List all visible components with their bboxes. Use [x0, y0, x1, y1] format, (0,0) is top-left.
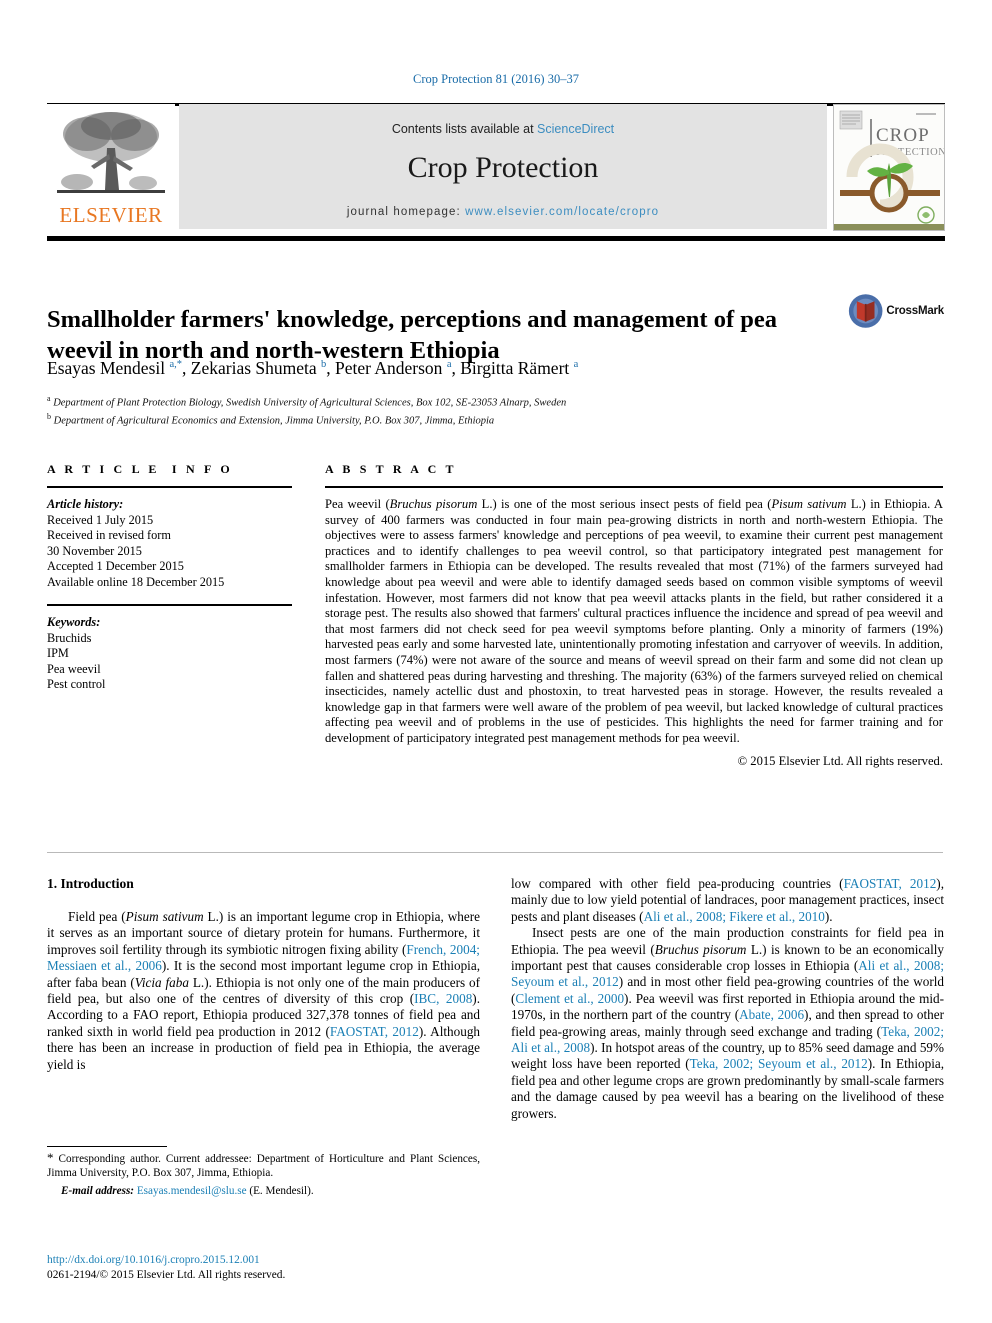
journal-masthead: ELSEVIER Contents lists available at Sci…: [47, 104, 945, 231]
doi-block: http://dx.doi.org/10.1016/j.cropro.2015.…: [47, 1253, 480, 1282]
crossmark-badge[interactable]: CrossMark: [848, 289, 944, 333]
contents-lists-line: Contents lists available at ScienceDirec…: [179, 122, 827, 136]
corresponding-author-text: * Corresponding author. Current addresse…: [47, 1150, 480, 1179]
history-item-0: Received 1 July 2015: [47, 512, 154, 527]
body-separator-rule: [47, 852, 943, 853]
intro-paragraph-left: Field pea (Pisum sativum L.) is an impor…: [47, 909, 481, 1072]
abstract-rule: [325, 486, 943, 488]
contents-lists-prefix: Contents lists available at: [391, 122, 538, 136]
affiliation-a: a Department of Plant Protection Biology…: [47, 392, 877, 410]
article-info-column: A R T I C L E I N F O Article history: R…: [47, 462, 292, 693]
article-info-rule: [47, 486, 292, 488]
article-history-label: Article history:: [47, 497, 124, 511]
keywords-label: Keywords:: [47, 615, 101, 629]
elsevier-logo: ELSEVIER: [47, 104, 175, 229]
masthead-center-panel: Contents lists available at ScienceDirec…: [179, 104, 827, 229]
elsevier-tree-icon: [57, 112, 165, 193]
journal-cover-thumbnail: CROP PROTECTION: [833, 104, 945, 231]
abstract-text: Pea weevil (Bruchus pisorum L.) is one o…: [325, 497, 943, 745]
masthead-bottom-rule: [47, 236, 945, 241]
keyword-1: IPM: [47, 646, 69, 660]
article-info-heading: A R T I C L E I N F O: [47, 462, 233, 476]
keyword-3: Pest control: [47, 677, 106, 691]
journal-homepage-label: journal homepage:: [346, 206, 466, 218]
body-column-right: low compared with other field pea-produc…: [511, 876, 944, 1122]
running-head: Crop Protection 81 (2016) 30–37: [413, 72, 579, 86]
doi-link[interactable]: http://dx.doi.org/10.1016/j.cropro.2015.…: [47, 1253, 480, 1268]
keywords-rule: [47, 604, 292, 606]
journal-homepage-line: journal homepage: www.elsevier.com/locat…: [179, 206, 827, 218]
intro-paragraph-right-2: Insect pests are one of the main product…: [511, 925, 945, 1121]
keyword-0: Bruchids: [47, 630, 92, 645]
intro-paragraph-right-1: low compared with other field pea-produc…: [511, 876, 944, 924]
corresponding-author-footnote: * Corresponding author. Current addresse…: [47, 1146, 480, 1199]
issn-copyright-line: 0261-2194/© 2015 Elsevier Ltd. All right…: [47, 1268, 286, 1281]
abstract-column: A B S T R A C T Pea weevil (Bruchus piso…: [325, 462, 943, 769]
affiliation-b: b Department of Agricultural Economics a…: [47, 410, 877, 428]
abstract-heading: A B S T R A C T: [325, 462, 457, 476]
sciencedirect-link[interactable]: ScienceDirect: [537, 122, 614, 136]
crossmark-label: CrossMark: [886, 305, 944, 317]
journal-cover-art-icon: CROP PROTECTION: [834, 105, 944, 230]
affiliation-marker-a: a: [47, 394, 51, 403]
svg-text:CROP: CROP: [876, 125, 930, 146]
affiliation-text-a: Department of Plant Protection Biology, …: [53, 397, 567, 409]
history-item-1: Received in revised form: [47, 528, 171, 542]
journal-article-page: Crop Protection 81 (2016) 30–37 ELSEVIER…: [0, 0, 992, 1323]
article-history-block: Article history: Received 1 July 2015 Re…: [47, 497, 292, 590]
elsevier-wordmark: ELSEVIER: [59, 203, 163, 227]
journal-title: Crop Protection: [407, 151, 599, 184]
history-item-2: 30 November 2015: [47, 543, 142, 558]
affiliation-text-b: Department of Agricultural Economics and…: [53, 415, 495, 427]
abstract-copyright: © 2015 Elsevier Ltd. All rights reserved…: [737, 753, 943, 768]
email-label: E-mail address:: [61, 1185, 135, 1198]
affiliation-list: a Department of Plant Protection Biology…: [47, 392, 877, 428]
footnote-rule: [47, 1146, 167, 1147]
crossmark-icon: [848, 294, 883, 328]
email-owner: (E. Mendesil).: [249, 1185, 314, 1198]
affiliation-marker-b: b: [47, 412, 51, 421]
email-link[interactable]: Esayas.mendesil@slu.se: [137, 1185, 247, 1197]
keyword-2: Pea weevil: [47, 661, 101, 676]
email-line: E-mail address: Esayas.mendesil@slu.se (…: [47, 1185, 480, 1199]
body-column-left: 1. Introduction Field pea (Pisum sativum…: [47, 876, 480, 1073]
keywords-block: Keywords: Bruchids IPM Pea weevil Pest c…: [47, 615, 292, 693]
author-list: Esayas Mendesil a,*, Zekarias Shumeta b,…: [47, 358, 579, 378]
section-heading-introduction: 1. Introduction: [47, 876, 134, 891]
history-item-3: Accepted 1 December 2015: [47, 559, 184, 573]
journal-homepage-link[interactable]: www.elsevier.com/locate/cropro: [465, 206, 659, 218]
history-item-4: Available online 18 December 2015: [47, 574, 225, 589]
